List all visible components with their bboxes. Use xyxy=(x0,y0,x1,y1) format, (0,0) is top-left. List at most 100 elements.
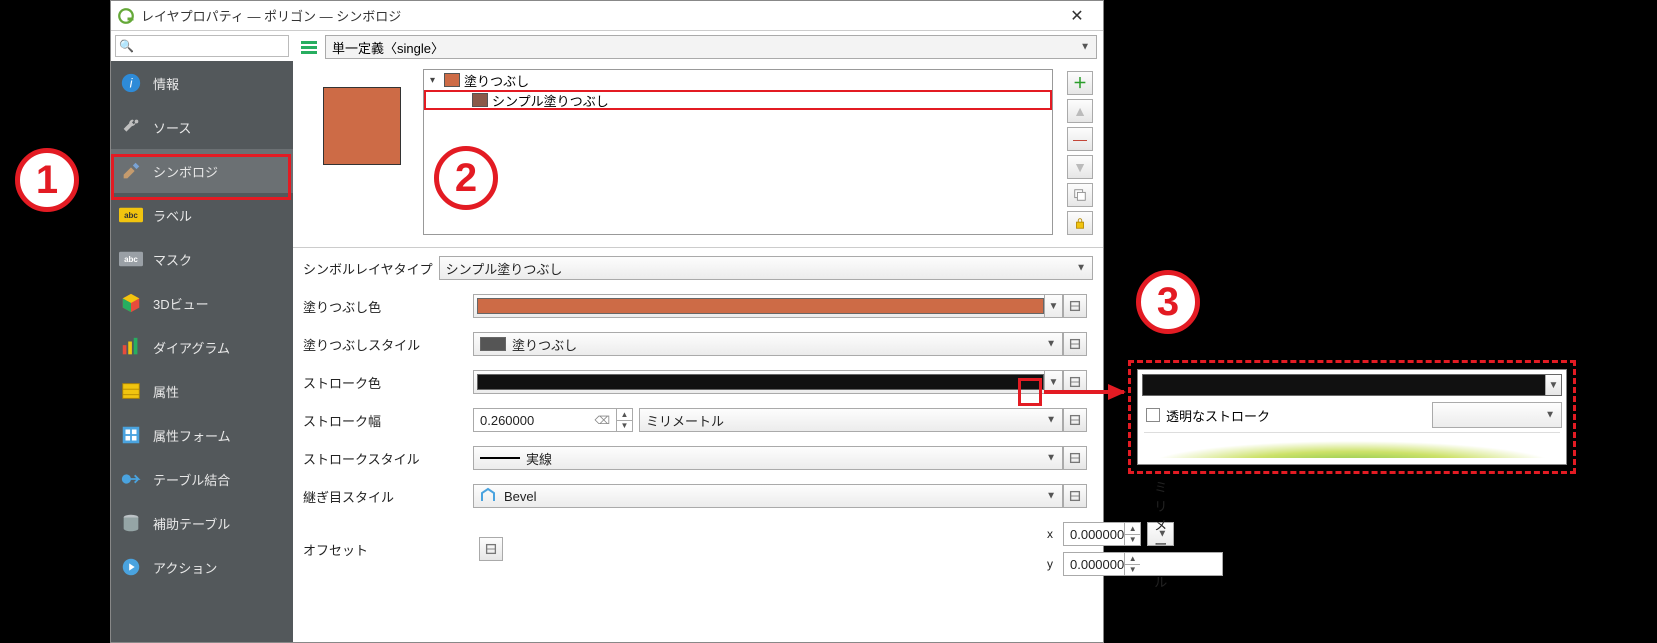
action-icon xyxy=(119,555,143,579)
stroke-color-label: ストローク色 xyxy=(303,373,473,392)
sidebar-item-actions[interactable]: アクション xyxy=(111,545,293,589)
stroke-color-button[interactable]: ▼ xyxy=(473,370,1063,394)
chevron-down-icon[interactable]: ▼ xyxy=(1044,295,1062,317)
join-style-value: Bevel xyxy=(504,489,537,504)
data-defined-button[interactable] xyxy=(1063,408,1087,432)
line-sample-icon xyxy=(480,457,520,459)
color-popup: ▼ 透明なストローク ▼ xyxy=(1137,369,1567,465)
tree-label: 塗りつぶし xyxy=(464,71,529,90)
sidebar-item-labels[interactable]: abc ラベル xyxy=(111,193,293,237)
tree-row-simple-fill[interactable]: シンプル塗りつぶし xyxy=(424,90,1052,110)
info-icon: i xyxy=(119,71,143,95)
popup-transparent-row[interactable]: 透明なストローク xyxy=(1138,400,1432,430)
offset-x-spin[interactable]: 0.000000 ▲▼ xyxy=(1063,522,1141,546)
sidebar-item-label: 属性フォーム xyxy=(153,426,231,445)
offset-label: オフセット xyxy=(303,540,473,559)
stroke-style-value: 実線 xyxy=(526,449,552,468)
qgis-icon xyxy=(117,7,135,25)
sidebar-item-source[interactable]: ソース xyxy=(111,105,293,149)
chevron-down-icon: ▼ xyxy=(1046,453,1056,464)
duplicate-layer-button[interactable] xyxy=(1067,183,1093,207)
sidebar-item-label: 3Dビュー xyxy=(153,294,209,313)
window-title: レイヤプロパティ — ポリゴン — シンボロジ xyxy=(141,6,401,25)
close-button[interactable]: ✕ xyxy=(1057,2,1097,30)
main-panel: 単一定義〈single〉 ▼ ▾ 塗りつぶし xyxy=(293,31,1103,642)
renderer-combo[interactable]: 単一定義〈single〉 ▼ xyxy=(325,35,1097,59)
symbol-layer-type-label: シンボルレイヤタイプ xyxy=(303,259,433,278)
fill-style-combo[interactable]: 塗りつぶし ▼ xyxy=(473,332,1063,356)
fields-icon xyxy=(119,379,143,403)
unit-value: ミリメートル xyxy=(646,411,724,430)
sidebar-item-joins[interactable]: テーブル結合 xyxy=(111,457,293,501)
svg-text:abc: abc xyxy=(124,211,138,220)
offset-x-label: x xyxy=(509,527,1057,541)
move-down-button[interactable]: ▼ xyxy=(1067,155,1093,179)
fill-color-button[interactable]: ▼ xyxy=(473,294,1063,318)
symbol-layer-tree[interactable]: ▾ 塗りつぶし シンプル塗りつぶし xyxy=(423,69,1053,235)
data-defined-button[interactable] xyxy=(479,537,503,561)
stroke-width-value: 0.260000 xyxy=(480,413,534,428)
chevron-down-icon: ▼ xyxy=(1076,263,1086,274)
label-icon: abc xyxy=(119,203,143,227)
sidebar-item-fields[interactable]: 属性 xyxy=(111,369,293,413)
sidebar-item-3dview[interactable]: 3Dビュー xyxy=(111,281,293,325)
expand-icon[interactable]: ▾ xyxy=(430,75,440,86)
chevron-down-icon: ▼ xyxy=(1157,529,1167,540)
data-defined-button[interactable] xyxy=(1063,484,1087,508)
fill-color-label: 塗りつぶし色 xyxy=(303,297,473,316)
sidebar-item-diagrams[interactable]: ダイアグラム xyxy=(111,325,293,369)
chevron-down-icon: ▼ xyxy=(1545,410,1555,421)
fill-style-value: 塗りつぶし xyxy=(512,335,577,354)
annotation-arrow xyxy=(1044,390,1124,394)
remove-layer-button[interactable]: — xyxy=(1067,127,1093,151)
sidebar-item-masks[interactable]: abc マスク xyxy=(111,237,293,281)
lock-layer-button[interactable] xyxy=(1067,211,1093,235)
swatch-icon xyxy=(444,73,460,87)
popup-side-combo[interactable]: ▼ xyxy=(1432,402,1562,428)
spin-buttons[interactable]: ▲▼ xyxy=(616,409,632,431)
sidebar-item-auxiliary-storage[interactable]: 補助テーブル xyxy=(111,501,293,545)
sidebar-item-information[interactable]: i 情報 xyxy=(111,61,293,105)
database-icon xyxy=(119,511,143,535)
renderer-icon xyxy=(299,37,319,57)
chevron-down-icon: ▼ xyxy=(1046,339,1056,350)
spin-buttons[interactable]: ▲▼ xyxy=(1124,523,1140,545)
clear-icon[interactable]: ⌫ xyxy=(590,414,614,427)
search-input[interactable] xyxy=(115,35,289,57)
sidebar-item-label: 属性 xyxy=(153,382,179,401)
popup-color-ramp[interactable] xyxy=(1144,432,1560,458)
move-up-button[interactable]: ▲ xyxy=(1067,99,1093,123)
checkbox-icon[interactable] xyxy=(1146,408,1160,422)
offset-unit-combo[interactable]: ミリメートル ▼ xyxy=(1147,522,1174,546)
join-style-combo[interactable]: Bevel ▼ xyxy=(473,484,1063,508)
sidebar-item-label: マスク xyxy=(153,250,192,269)
symbol-layer-type-combo[interactable]: シンプル塗りつぶし ▼ xyxy=(439,256,1093,280)
sidebar-item-label: ダイアグラム xyxy=(153,338,230,357)
sidebar-item-attributes-form[interactable]: 属性フォーム xyxy=(111,413,293,457)
chevron-down-icon[interactable]: ▼ xyxy=(1545,375,1561,395)
data-defined-button[interactable] xyxy=(1063,332,1087,356)
annotation-circle-1: 1 xyxy=(15,148,79,212)
svg-text:abc: abc xyxy=(124,255,138,264)
data-defined-button[interactable] xyxy=(1063,446,1087,470)
fill-color-swatch xyxy=(477,298,1044,314)
stroke-width-unit-combo[interactable]: ミリメートル ▼ xyxy=(639,408,1063,432)
stroke-style-combo[interactable]: 実線 ▼ xyxy=(473,446,1063,470)
offset-y-spin[interactable]: 0.000000 ▲▼ xyxy=(1063,552,1223,576)
tree-label: シンプル塗りつぶし xyxy=(492,91,609,110)
offset-y-value: 0.000000 xyxy=(1070,557,1124,572)
sidebar-item-label: ラベル xyxy=(153,206,192,225)
tree-row-fill[interactable]: ▾ 塗りつぶし xyxy=(424,70,1052,90)
brush-icon xyxy=(119,159,143,183)
data-defined-button[interactable] xyxy=(1063,294,1087,318)
stroke-width-spin[interactable]: 0.260000 ⌫ ▲▼ xyxy=(473,408,633,432)
sidebar-item-label: シンボロジ xyxy=(153,162,218,181)
stroke-width-label: ストローク幅 xyxy=(303,411,473,430)
add-layer-button[interactable]: ＋ xyxy=(1067,71,1093,95)
join-icon xyxy=(119,467,143,491)
spin-buttons[interactable]: ▲▼ xyxy=(1124,553,1140,575)
annotation-circle-2: 2 xyxy=(434,146,498,210)
popup-current-color[interactable]: ▼ xyxy=(1142,374,1562,396)
sidebar-item-symbology[interactable]: シンボロジ xyxy=(111,149,293,193)
chevron-down-icon: ▼ xyxy=(1046,415,1056,426)
